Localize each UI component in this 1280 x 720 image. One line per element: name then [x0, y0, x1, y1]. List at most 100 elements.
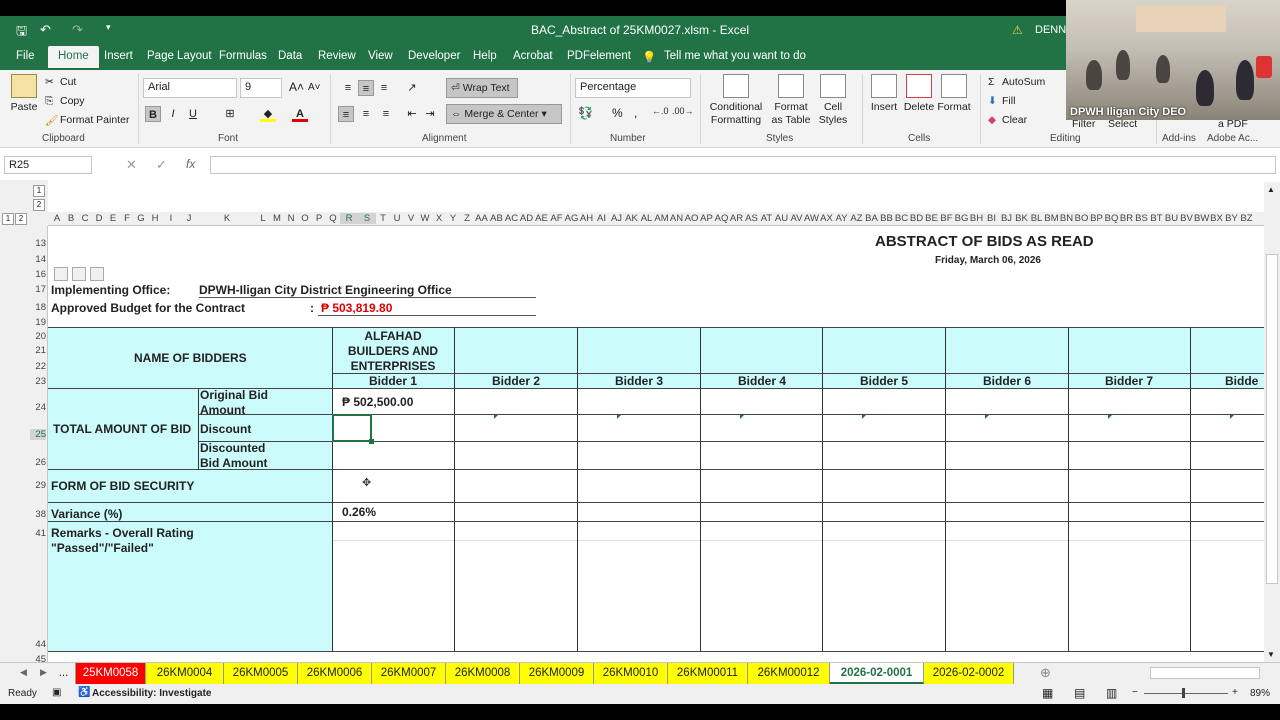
- cell-styles-button[interactable]: Cell Styles: [814, 74, 852, 127]
- column-header[interactable]: R: [340, 213, 358, 224]
- column-header[interactable]: F: [120, 213, 134, 224]
- column-header[interactable]: BT: [1149, 213, 1164, 224]
- column-header[interactable]: BH: [969, 213, 984, 224]
- column-header[interactable]: N: [284, 213, 298, 224]
- column-header[interactable]: BD: [909, 213, 924, 224]
- column-header[interactable]: C: [78, 213, 92, 224]
- sheet-tab[interactable]: 25KM0058: [76, 663, 146, 684]
- column-header[interactable]: AB: [489, 213, 504, 224]
- column-header[interactable]: BB: [879, 213, 894, 224]
- column-header[interactable]: AY: [834, 213, 849, 224]
- column-header[interactable]: AI: [594, 213, 609, 224]
- column-header[interactable]: AM: [654, 213, 669, 224]
- row-header[interactable]: 29: [30, 480, 46, 491]
- warning-icon[interactable]: ⚠: [1012, 23, 1023, 37]
- column-header[interactable]: T: [376, 213, 390, 224]
- row-header[interactable]: 17: [30, 284, 46, 295]
- cut-button[interactable]: Cut: [60, 76, 76, 88]
- column-header[interactable]: AP: [699, 213, 714, 224]
- row-header[interactable]: 16: [30, 269, 46, 280]
- copy-button[interactable]: Copy: [60, 95, 85, 107]
- row-header[interactable]: 26: [30, 457, 46, 468]
- new-sheet-icon[interactable]: ⊕: [1040, 665, 1051, 681]
- column-header[interactable]: BL: [1029, 213, 1044, 224]
- align-middle-icon[interactable]: ≡: [358, 80, 374, 96]
- row-header[interactable]: 18: [30, 302, 46, 313]
- row-header[interactable]: 44: [30, 639, 46, 650]
- column-header[interactable]: AJ: [609, 213, 624, 224]
- column-header[interactable]: K: [198, 213, 256, 224]
- normal-view-icon[interactable]: ▦: [1042, 686, 1053, 700]
- clear-button[interactable]: Clear: [1002, 114, 1027, 126]
- format-painter-button[interactable]: Format Painter: [60, 114, 129, 126]
- tab-view[interactable]: View: [368, 50, 393, 62]
- outline-level-1[interactable]: 1: [33, 185, 45, 197]
- column-header[interactable]: J: [180, 213, 198, 224]
- align-center-icon[interactable]: ≡: [358, 106, 374, 122]
- column-header[interactable]: BS: [1134, 213, 1149, 224]
- column-header[interactable]: I: [162, 213, 180, 224]
- row-header[interactable]: 24: [30, 402, 46, 413]
- function-icon[interactable]: fx: [186, 157, 195, 171]
- column-header[interactable]: AV: [789, 213, 804, 224]
- column-header[interactable]: P: [312, 213, 326, 224]
- align-bottom-icon[interactable]: ≡: [376, 80, 392, 96]
- align-left-icon[interactable]: ≡: [338, 106, 354, 122]
- tab-file[interactable]: File: [16, 50, 35, 62]
- column-header[interactable]: BP: [1089, 213, 1104, 224]
- tab-review[interactable]: Review: [318, 50, 356, 62]
- column-header[interactable]: BA: [864, 213, 879, 224]
- increase-indent-icon[interactable]: ⇥: [422, 106, 438, 122]
- next-sheet-icon[interactable]: ▶: [40, 667, 47, 678]
- column-header[interactable]: BE: [924, 213, 939, 224]
- column-header[interactable]: BN: [1059, 213, 1074, 224]
- enter-icon[interactable]: ✓: [156, 157, 167, 173]
- insert-cells-button[interactable]: Insert: [868, 74, 900, 114]
- sheet-tab-more[interactable]: ...: [52, 663, 76, 684]
- zoom-in-icon[interactable]: +: [1232, 687, 1238, 698]
- page-break-view-icon[interactable]: ▥: [1106, 686, 1117, 700]
- column-header[interactable]: A: [50, 213, 64, 224]
- page-layout-view-icon[interactable]: ▤: [1074, 686, 1085, 700]
- autosum-button[interactable]: AutoSum: [1002, 76, 1045, 88]
- column-header[interactable]: Z: [460, 213, 474, 224]
- increase-decimal-icon[interactable]: ←.0: [652, 106, 669, 116]
- name-box[interactable]: R25: [4, 156, 92, 174]
- column-header[interactable]: W: [418, 213, 432, 224]
- merge-center-button[interactable]: ⇔ Merge & Center ▾: [446, 104, 562, 124]
- vertical-scrollbar[interactable]: ▲ ▼: [1264, 182, 1280, 664]
- decrease-decimal-icon[interactable]: .00→: [672, 106, 694, 116]
- form-button[interactable]: [72, 267, 86, 281]
- column-header[interactable]: AT: [759, 213, 774, 224]
- fill-handle[interactable]: [369, 439, 374, 444]
- percent-icon[interactable]: %: [612, 106, 623, 120]
- macro-record-icon[interactable]: ▣: [52, 687, 61, 698]
- borders-icon[interactable]: ⊞: [222, 106, 238, 122]
- wrap-text-button[interactable]: ⏎ Wrap Text: [446, 78, 518, 98]
- comma-icon[interactable]: ,: [634, 106, 637, 120]
- format-as-table-button[interactable]: Format as Table: [768, 74, 814, 127]
- font-color-icon[interactable]: A: [292, 106, 308, 122]
- column-header[interactable]: AZ: [849, 213, 864, 224]
- decrease-font-icon[interactable]: A˅: [308, 82, 321, 93]
- column-header[interactable]: H: [148, 213, 162, 224]
- column-header[interactable]: AH: [579, 213, 594, 224]
- sheet-tab[interactable]: 26KM0009: [520, 663, 594, 684]
- column-header[interactable]: BO: [1074, 213, 1089, 224]
- tab-developer[interactable]: Developer: [408, 50, 460, 62]
- form-button[interactable]: [54, 267, 68, 281]
- scroll-up-icon[interactable]: ▲: [1267, 185, 1275, 194]
- column-header[interactable]: V: [404, 213, 418, 224]
- column-header[interactable]: Q: [326, 213, 340, 224]
- decrease-indent-icon[interactable]: ⇤: [404, 106, 420, 122]
- row-header[interactable]: 23: [30, 376, 46, 387]
- prev-sheet-icon[interactable]: ◀: [20, 667, 27, 678]
- font-name-select[interactable]: Arial: [143, 78, 237, 98]
- align-right-icon[interactable]: ≡: [378, 106, 394, 122]
- zoom-level[interactable]: 89%: [1250, 688, 1270, 699]
- col-outline-2[interactable]: 2: [15, 213, 27, 225]
- tab-pdfelement[interactable]: PDFelement: [567, 50, 631, 62]
- active-cell-r25[interactable]: [332, 414, 372, 442]
- column-header[interactable]: U: [390, 213, 404, 224]
- column-header[interactable]: AE: [534, 213, 549, 224]
